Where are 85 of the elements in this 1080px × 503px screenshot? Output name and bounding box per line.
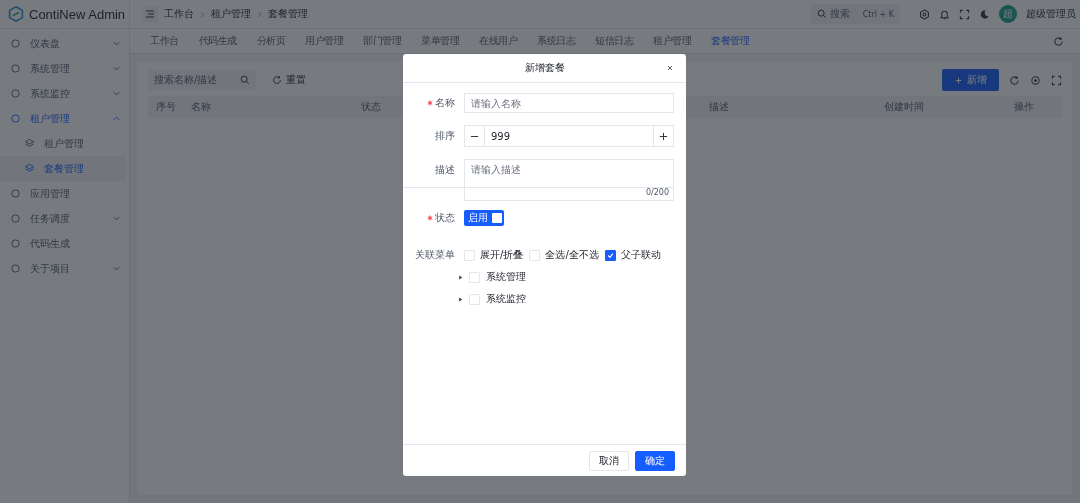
checkbox-label[interactable]: 父子联动 — [620, 248, 661, 262]
breadcrumb-item[interactable]: 租户管理 — [211, 7, 251, 21]
required-icon — [427, 100, 433, 106]
search-field[interactable]: 搜索名称/描述 — [148, 70, 256, 90]
dialog-title: 新增套餐 — [524, 61, 565, 75]
search-field[interactable]: 搜索 Ctrl + K — [810, 4, 900, 24]
sidebar-item[interactable]: 任务调度 — [0, 206, 129, 231]
field-label: 状态 — [403, 211, 455, 225]
sidebar-subitem[interactable]: 套餐管理 — [0, 156, 126, 181]
page-tab[interactable]: 在线用户 — [469, 34, 527, 48]
breadcrumb-item[interactable]: 套餐管理 — [268, 7, 308, 21]
moon-icon[interactable] — [979, 8, 990, 20]
fullscreen-icon[interactable] — [959, 8, 970, 20]
sidebar-item[interactable]: 应用管理 — [0, 181, 129, 206]
field-label: 描述 — [434, 163, 455, 177]
field-label: 名称 — [403, 96, 455, 110]
menu-item-icon — [10, 238, 21, 249]
page-tab[interactable]: 代码生成 — [188, 34, 247, 48]
field-label: 排序 — [434, 129, 455, 143]
chevron-icon — [200, 10, 205, 18]
menu-item-icon — [10, 113, 21, 124]
fullscreen-icon[interactable] — [1051, 74, 1062, 86]
menu-item-icon — [24, 138, 35, 149]
app-title: ContiNew Admin — [29, 6, 126, 22]
user-name[interactable]: 超级管理员 — [1026, 7, 1076, 21]
refresh-icon[interactable] — [1009, 74, 1020, 86]
chevron-icon — [112, 39, 121, 48]
menu-item-icon — [10, 213, 21, 224]
breadcrumb-item[interactable]: 工作台 — [164, 7, 194, 21]
search-icon — [240, 75, 250, 85]
checkbox-label[interactable]: 全选/全不选 — [545, 248, 599, 262]
bell-icon[interactable] — [939, 8, 950, 20]
menu-item-icon — [24, 163, 35, 174]
checkbox-label[interactable]: 展开/折叠 — [480, 248, 524, 262]
chevron-icon — [112, 264, 121, 273]
chevron-icon — [257, 10, 262, 18]
menu-icon[interactable] — [142, 6, 158, 22]
plus-icon — [954, 75, 963, 85]
tree-node-label[interactable]: 系统管理 — [486, 270, 526, 284]
expand-triangle-icon[interactable] — [458, 296, 463, 302]
menu-item-icon — [10, 263, 21, 274]
avatar[interactable]: 超 — [999, 5, 1017, 23]
search-icon — [816, 9, 827, 19]
chevron-icon — [112, 89, 121, 98]
status-switch[interactable]: 启用 — [464, 210, 504, 226]
search-placeholder: 搜索 — [829, 7, 850, 21]
refresh-icon[interactable] — [1053, 35, 1064, 47]
sidebar-subitem[interactable]: 租户管理 — [0, 131, 129, 156]
cancel-button[interactable]: 取消 — [589, 450, 629, 471]
confirm-button[interactable]: 确定 — [635, 450, 675, 471]
expand-triangle-icon[interactable] — [458, 274, 463, 280]
menu-item-icon — [10, 188, 21, 199]
settings-icon[interactable] — [1030, 74, 1041, 86]
close-icon[interactable] — [666, 64, 674, 72]
sidebar-item[interactable]: 租户管理 — [0, 106, 129, 131]
tree-node-label[interactable]: 系统监控 — [486, 292, 526, 306]
page-tab[interactable]: 套餐管理 — [701, 34, 759, 48]
menu-item-icon — [10, 63, 21, 74]
chevron-icon — [112, 214, 121, 223]
required-icon — [427, 215, 433, 221]
sidebar-item[interactable]: 仪表盘 — [0, 31, 129, 56]
settings-icon[interactable] — [919, 8, 930, 20]
sidebar-item[interactable]: 系统管理 — [0, 56, 129, 81]
chevron-icon — [112, 64, 121, 73]
page-tab[interactable]: 租户管理 — [643, 34, 701, 48]
character-count: 0/200 — [645, 188, 669, 197]
shortcut-hint: Ctrl + K — [862, 9, 894, 19]
reset-button[interactable]: 重置 — [266, 72, 312, 88]
refresh-icon — [272, 75, 282, 85]
sidebar-item[interactable]: 系统监控 — [0, 81, 129, 106]
logo-icon — [8, 6, 24, 22]
menu-item-icon — [10, 38, 21, 49]
description-textarea[interactable]: 请输入描述 0/200 — [464, 159, 674, 201]
page-tab[interactable]: 部门管理 — [353, 34, 411, 48]
field-label: 关联菜单 — [414, 248, 455, 262]
checkbox[interactable] — [604, 249, 616, 261]
plus-icon — [659, 131, 668, 141]
add-button[interactable]: 新增 — [942, 69, 999, 91]
page-tab[interactable]: 工作台 — [140, 34, 189, 48]
name-input[interactable]: 请输入名称 — [464, 93, 674, 113]
chevron-icon — [112, 114, 121, 123]
page-tab[interactable]: 用户管理 — [295, 34, 353, 48]
number-field[interactable]: 999 — [464, 125, 674, 147]
menu-item-icon — [10, 88, 21, 99]
sidebar-item[interactable]: 代码生成 — [0, 231, 129, 256]
